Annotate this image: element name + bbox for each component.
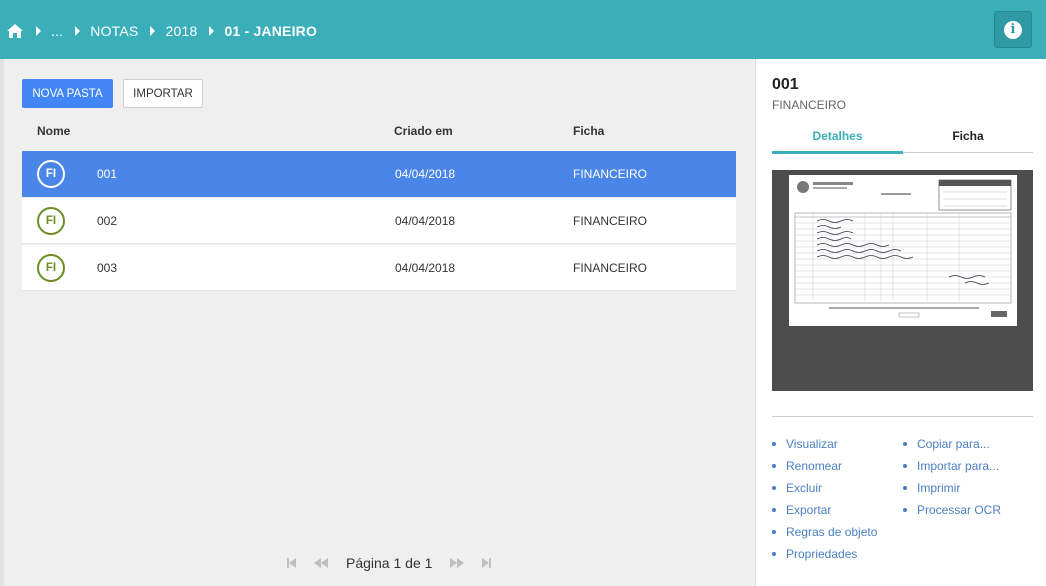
actions-list-left: Visualizar Renomear Excluir Exportar Reg… [772,433,877,565]
column-header-name[interactable]: Nome [37,124,70,138]
table-row[interactable]: FI 003 04/04/2018 FINANCEIRO [22,245,736,291]
new-folder-button[interactable]: NOVA PASTA [22,79,113,108]
row-name: 001 [97,167,118,181]
row-ficha: FINANCEIRO [573,167,648,181]
action-importar-para[interactable]: Importar para... [903,455,1001,477]
document-preview[interactable] [772,170,1033,391]
action-regras-de-objeto[interactable]: Regras de objeto [772,521,877,543]
record-badge: FI [37,207,65,235]
details-subtitle: FINANCEIRO [772,98,847,112]
row-ficha: FINANCEIRO [573,261,648,275]
info-button[interactable]: i [994,11,1032,48]
last-page-icon[interactable] [482,558,492,568]
next-page-icon[interactable] [450,558,465,568]
row-name: 003 [97,261,118,275]
column-header-ficha[interactable]: Ficha [573,124,604,138]
row-created: 04/04/2018 [395,167,456,181]
action-exportar[interactable]: Exportar [772,499,877,521]
document-thumbnail [789,175,1017,326]
actions-list-right: Copiar para... Importar para... Imprimir… [903,433,1001,521]
action-renomear[interactable]: Renomear [772,455,877,477]
active-tab-indicator [772,151,903,154]
action-processar-ocr[interactable]: Processar OCR [903,499,1001,521]
actions-divider [772,416,1033,417]
breadcrumb-2018[interactable]: 2018 [165,23,197,39]
breadcrumb-current: 01 - JANEIRO [224,23,318,39]
action-visualizar[interactable]: Visualizar [772,433,877,455]
import-button[interactable]: IMPORTAR [123,79,203,108]
chevron-right-icon [36,26,41,36]
row-created: 04/04/2018 [395,214,456,228]
previous-page-icon[interactable] [314,558,328,568]
info-icon: i [1004,20,1022,39]
tab-detalhes[interactable]: Detalhes [772,129,903,143]
record-badge: FI [37,160,65,188]
row-created: 04/04/2018 [395,261,456,275]
chevron-right-icon [150,26,156,36]
top-bar: ... NOTAS 2018 01 - JANEIRO i [0,0,1046,59]
action-excluir[interactable]: Excluir [772,477,877,499]
tab-ficha[interactable]: Ficha [903,129,1033,143]
chevron-right-icon [209,26,215,36]
action-propriedades[interactable]: Propriedades [772,543,877,565]
home-icon[interactable] [6,23,24,39]
column-header-created[interactable]: Criado em [394,124,453,138]
details-panel: 001 FINANCEIRO Detalhes Ficha Visualizar… [755,59,1046,586]
breadcrumb-ellipsis[interactable]: ... [51,23,63,39]
table-row[interactable]: FI 001 04/04/2018 FINANCEIRO [22,151,736,197]
first-page-icon[interactable] [287,558,296,568]
breadcrumb: ... NOTAS 2018 01 - JANEIRO [6,0,317,62]
page-indicator: Página 1 de 1 [346,555,433,571]
chevron-right-icon [75,26,81,36]
pagination: Página 1 de 1 [283,552,495,574]
row-name: 002 [97,214,118,228]
left-edge [0,59,4,586]
row-ficha: FINANCEIRO [573,214,648,228]
details-title: 001 [772,76,799,93]
action-copiar-para[interactable]: Copiar para... [903,433,1001,455]
record-badge: FI [37,254,65,282]
action-imprimir[interactable]: Imprimir [903,477,1001,499]
scanned-document-image [794,179,1012,318]
breadcrumb-notas[interactable]: NOTAS [90,23,138,39]
table-row[interactable]: FI 002 04/04/2018 FINANCEIRO [22,198,736,244]
